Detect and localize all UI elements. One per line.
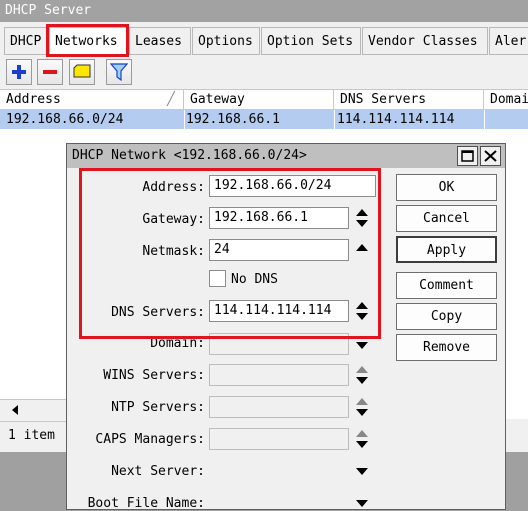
item-count: 1 item: [8, 428, 55, 443]
no-dns-checkbox[interactable]: [209, 270, 226, 287]
domain-label: Domain:: [150, 336, 205, 351]
dhcp-network-dialog: DHCP Network <192.168.66.0/24> Address: …: [66, 143, 506, 511]
netmask-up-icon[interactable]: [355, 239, 369, 261]
remove-button[interactable]: [37, 59, 63, 85]
minus-icon: [43, 70, 57, 74]
column-header-dns[interactable]: DNS Servers: [334, 90, 484, 110]
column-header-gateway[interactable]: Gateway: [184, 90, 334, 110]
scroll-left-icon: [12, 405, 18, 415]
address-label: Address:: [142, 180, 205, 195]
comment-button[interactable]: Comment: [396, 272, 497, 299]
dns-servers-field[interactable]: 114.114.114.114: [209, 300, 349, 322]
tab-dhcp[interactable]: DHCP: [4, 27, 48, 55]
row-address: 192.168.66.0/24: [6, 112, 124, 127]
horizontal-scrollbar[interactable]: [0, 399, 66, 419]
tab-vendor-classes[interactable]: Vendor Classes: [362, 27, 488, 55]
wins-servers-label: WINS Servers:: [103, 368, 205, 383]
column-header-address[interactable]: Address ╱: [0, 90, 184, 110]
add-button[interactable]: [6, 59, 32, 85]
tab-bar: DHCP Networks Leases Options Option Sets…: [0, 27, 528, 55]
caps-managers-label: CAPS Managers:: [95, 432, 205, 447]
address-field[interactable]: 192.168.66.0/24: [209, 175, 376, 197]
toolbar: [0, 57, 528, 87]
caps-updown-icon[interactable]: [355, 428, 369, 450]
gateway-field[interactable]: 192.168.66.1: [209, 207, 349, 229]
apply-button[interactable]: Apply: [396, 236, 497, 263]
close-button[interactable]: [480, 146, 501, 166]
cell-divider: [334, 110, 335, 129]
table-row[interactable]: 192.168.66.0/24 192.168.66.1 114.114.114…: [0, 110, 528, 129]
filter-button[interactable]: [106, 59, 132, 85]
cancel-button[interactable]: Cancel: [396, 205, 497, 232]
dns-updown-icon[interactable]: [355, 300, 369, 322]
maximize-icon: [461, 150, 474, 162]
boot-file-down-icon[interactable]: [355, 491, 369, 511]
header-address-label: Address: [6, 92, 61, 107]
next-server-label: Next Server:: [111, 464, 205, 479]
gateway-label: Gateway:: [142, 212, 205, 227]
sort-icon: ╱: [167, 92, 175, 107]
plus-icon: [12, 65, 26, 79]
maximize-button[interactable]: [457, 146, 478, 166]
comment-icon: [73, 64, 91, 78]
caps-managers-field[interactable]: [209, 428, 349, 450]
row-gateway: 192.168.66.1: [186, 112, 280, 127]
dialog-title: DHCP Network <192.168.66.0/24>: [67, 144, 505, 168]
domain-field[interactable]: [209, 333, 349, 355]
tab-options[interactable]: Options: [192, 27, 260, 55]
dns-servers-label: DNS Servers:: [111, 305, 205, 320]
netmask-label: Netmask:: [142, 244, 205, 259]
tab-option-sets[interactable]: Option Sets: [261, 27, 361, 55]
tab-alerts[interactable]: Aler: [489, 27, 528, 55]
no-dns-label: No DNS: [231, 272, 278, 287]
tab-leases[interactable]: Leases: [129, 27, 191, 55]
ntp-updown-icon[interactable]: [355, 396, 369, 418]
cell-divider: [484, 110, 485, 129]
domain-down-icon[interactable]: [355, 333, 369, 355]
status-bar: 1 item: [0, 421, 66, 449]
ntp-servers-label: NTP Servers:: [111, 400, 205, 415]
next-server-down-icon[interactable]: [355, 459, 369, 481]
filter-icon: [110, 63, 128, 81]
window-title: DHCP Server: [0, 0, 528, 22]
row-dns: 114.114.114.114: [337, 112, 455, 127]
ok-button[interactable]: OK: [396, 174, 497, 201]
cell-divider: [184, 110, 185, 129]
gateway-updown-icon[interactable]: [355, 207, 369, 229]
comment-toolbar-button[interactable]: [69, 59, 95, 85]
ntp-servers-field[interactable]: [209, 396, 349, 418]
close-icon: [484, 150, 497, 162]
remove-dialog-button[interactable]: Remove: [396, 334, 497, 361]
wins-updown-icon[interactable]: [355, 364, 369, 386]
netmask-field[interactable]: 24: [209, 239, 349, 261]
tab-networks[interactable]: Networks: [49, 27, 128, 55]
column-header-domain[interactable]: Domai: [484, 90, 528, 110]
boot-file-label: Boot File Name:: [87, 496, 205, 511]
copy-button[interactable]: Copy: [396, 303, 497, 330]
wins-servers-field[interactable]: [209, 364, 349, 386]
